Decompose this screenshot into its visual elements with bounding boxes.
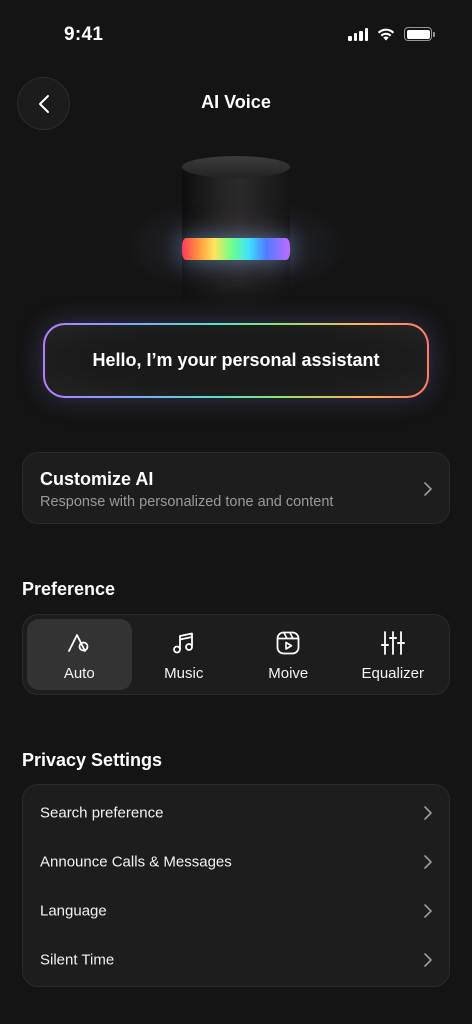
status-bar: 9:41 bbox=[0, 0, 472, 60]
list-item-label: Language bbox=[40, 902, 107, 919]
chevron-right-icon bbox=[424, 952, 432, 967]
chevron-right-icon bbox=[424, 805, 432, 820]
privacy-item-silent-time[interactable]: Silent Time bbox=[23, 935, 449, 984]
auto-icon bbox=[66, 630, 92, 656]
list-item-label: Silent Time bbox=[40, 951, 115, 968]
preference-option-auto[interactable]: Auto bbox=[27, 619, 132, 690]
list-item-label: Search preference bbox=[40, 804, 164, 821]
status-icons bbox=[348, 27, 435, 41]
chevron-right-icon bbox=[424, 854, 432, 869]
preference-option-music[interactable]: Music bbox=[132, 619, 237, 690]
page-title: AI Voice bbox=[201, 92, 271, 112]
greeting-text: Hello, I’m your personal assistant bbox=[45, 325, 427, 396]
preference-option-movie[interactable]: Moive bbox=[236, 619, 341, 690]
video-play-icon bbox=[275, 630, 301, 656]
speaker-light-ring bbox=[182, 238, 290, 260]
battery-icon bbox=[404, 27, 435, 41]
chevron-right-icon bbox=[424, 482, 432, 496]
preference-option-label: Equalizer bbox=[361, 665, 425, 682]
equalizer-icon bbox=[380, 630, 406, 656]
privacy-item-search-preference[interactable]: Search preference bbox=[23, 788, 449, 837]
privacy-item-announce-calls[interactable]: Announce Calls & Messages bbox=[23, 837, 449, 886]
cellular-signal-icon bbox=[348, 27, 368, 41]
privacy-settings-list: Search preference Announce Calls & Messa… bbox=[22, 784, 450, 987]
list-item-label: Announce Calls & Messages bbox=[40, 853, 232, 870]
preference-option-label: Auto bbox=[63, 665, 95, 682]
smart-speaker-image bbox=[122, 156, 350, 312]
preference-selector: Auto Music Moive Equalizer bbox=[22, 614, 450, 695]
customize-ai-title: Customize AI bbox=[40, 469, 154, 489]
music-note-icon bbox=[171, 630, 197, 656]
preference-option-label: Music bbox=[164, 665, 204, 682]
privacy-settings-title: Privacy Settings bbox=[22, 750, 163, 770]
wifi-icon bbox=[377, 28, 395, 41]
preference-title: Preference bbox=[22, 579, 116, 599]
privacy-item-language[interactable]: Language bbox=[23, 886, 449, 935]
chevron-right-icon bbox=[424, 903, 432, 918]
preference-option-equalizer[interactable]: Equalizer bbox=[341, 619, 446, 690]
customize-ai-subtitle: Response with personalized tone and cont… bbox=[40, 494, 334, 510]
customize-ai-card[interactable]: Customize AI Response with personalized … bbox=[22, 452, 450, 524]
assistant-greeting: Hello, I’m your personal assistant bbox=[43, 323, 429, 398]
status-time: 9:41 bbox=[64, 24, 104, 45]
preference-option-label: Moive bbox=[268, 665, 309, 682]
